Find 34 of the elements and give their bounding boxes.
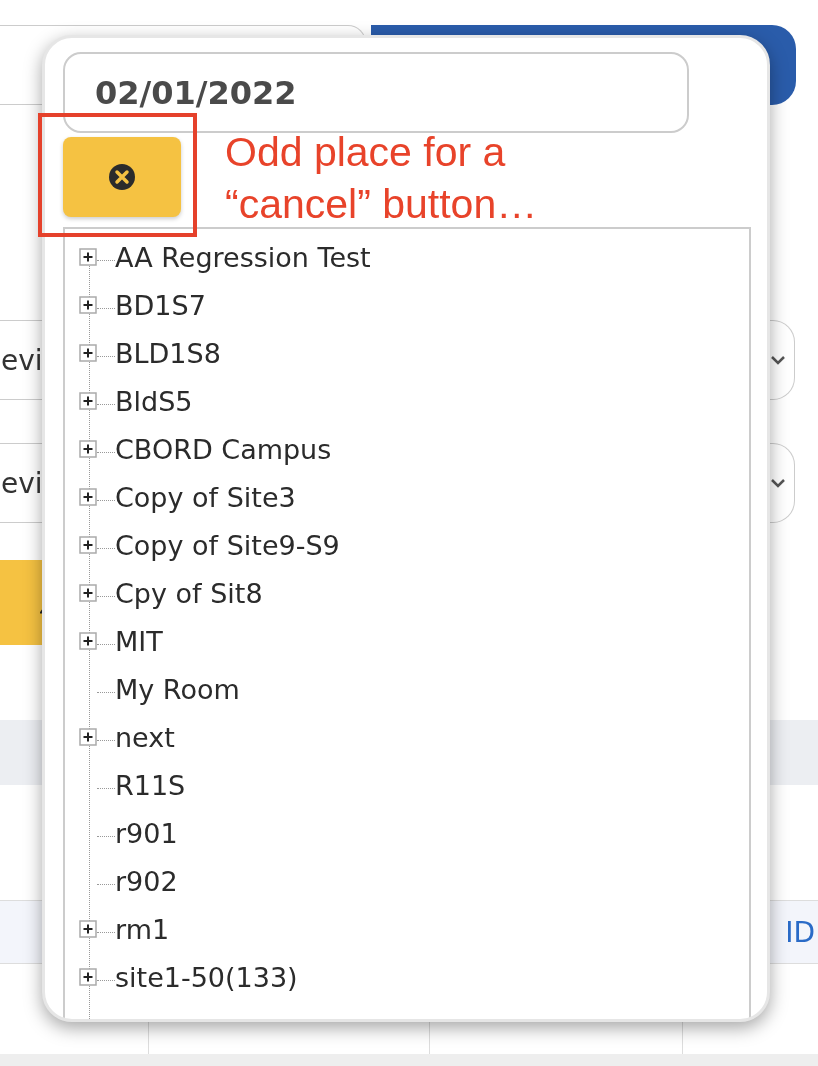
tree-item[interactable]: site1-50(133) <box>115 961 298 993</box>
expand-icon[interactable] <box>79 968 97 986</box>
tree-item[interactable]: r901 <box>115 817 178 849</box>
tree-item[interactable]: CBORD Campus <box>115 433 332 465</box>
expand-icon[interactable] <box>79 440 97 458</box>
tree-item[interactable]: BLD1S8 <box>115 337 221 369</box>
expand-icon[interactable] <box>79 392 97 410</box>
tree-item[interactable]: next <box>115 721 175 753</box>
expand-icon[interactable] <box>79 536 97 554</box>
expand-icon[interactable] <box>79 248 97 266</box>
tree-item[interactable]: R11S <box>115 769 186 801</box>
expand-icon[interactable] <box>79 296 97 314</box>
tree-item[interactable]: Copy of Site3 <box>115 481 296 513</box>
column-link[interactable]: ID <box>785 915 815 949</box>
chevron-down-icon <box>770 478 786 488</box>
tree-item[interactable]: BD1S7 <box>115 289 206 321</box>
tree-item[interactable]: MIT <box>115 625 163 657</box>
tree-item[interactable]: r902 <box>115 865 178 897</box>
expand-icon[interactable] <box>79 728 97 746</box>
expand-icon[interactable] <box>79 920 97 938</box>
close-icon <box>107 162 137 192</box>
tree-item[interactable]: AA Regression Test <box>115 241 371 273</box>
tree-item[interactable]: BldS5 <box>115 385 193 417</box>
tree-item[interactable]: Copy of Site9-S9 <box>115 529 340 561</box>
tree-item[interactable]: My Room <box>115 673 240 705</box>
tree-item[interactable]: rm1 <box>115 913 170 945</box>
expand-icon[interactable] <box>79 632 97 650</box>
expand-icon[interactable] <box>79 344 97 362</box>
cancel-button[interactable] <box>63 137 181 217</box>
expand-icon[interactable] <box>79 584 97 602</box>
date-field[interactable]: 02/01/2022 <box>63 52 689 133</box>
chevron-down-icon <box>770 355 786 365</box>
tree-item[interactable]: Cpy of Sit8 <box>115 577 263 609</box>
expand-icon[interactable] <box>79 488 97 506</box>
